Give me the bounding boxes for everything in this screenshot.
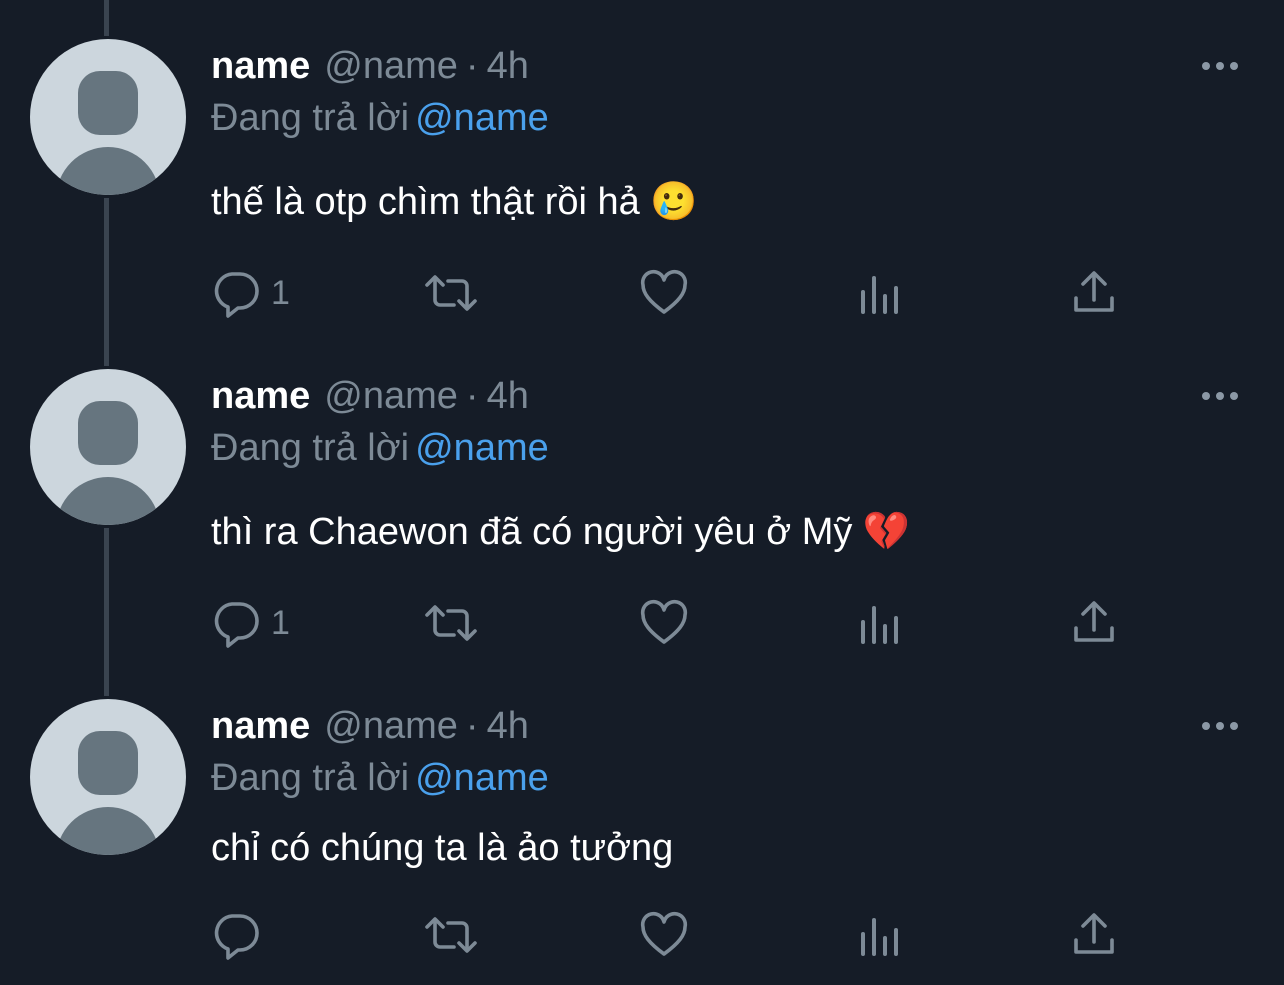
avatar-body-shape <box>56 807 160 855</box>
like-button[interactable] <box>639 268 689 318</box>
heart-icon <box>640 599 688 644</box>
replying-to: Đang trả lời @name <box>211 754 549 802</box>
reply-mention-link[interactable]: @name <box>415 757 549 799</box>
tweet[interactable]: name @name · 4h Đang trả lời @name chỉ có ch… <box>0 660 1284 985</box>
avatar-body-shape <box>56 147 160 195</box>
user-handle[interactable]: @name <box>324 45 458 87</box>
tweet[interactable]: name @name · 4h Đang trả lời @name thế là ot… <box>0 0 1284 330</box>
analytics-icon <box>861 276 898 314</box>
retweet-button[interactable] <box>423 268 479 318</box>
analytics-icon <box>861 606 898 644</box>
avatar[interactable] <box>30 39 186 195</box>
more-icon <box>1202 392 1238 400</box>
reply-button[interactable]: 1 <box>211 598 290 648</box>
share-icon <box>1074 601 1114 642</box>
heart-icon <box>640 911 688 956</box>
user-handle[interactable]: @name <box>324 375 458 417</box>
retweet-icon <box>425 605 477 641</box>
tweet-header: name @name · 4h <box>211 372 529 420</box>
avatar-head-shape <box>78 731 138 795</box>
heart-icon <box>640 269 688 314</box>
analytics-button[interactable] <box>857 910 903 960</box>
share-icon <box>1074 271 1114 312</box>
tweet-thread: name @name · 4h Đang trả lời @name thế là ot… <box>0 0 1284 985</box>
more-options-button[interactable] <box>1200 716 1240 736</box>
more-icon <box>1202 62 1238 70</box>
share-button[interactable] <box>1071 910 1117 960</box>
analytics-button[interactable] <box>857 598 903 648</box>
retweet-icon <box>425 917 477 953</box>
replying-to: Đang trả lời @name <box>211 424 549 472</box>
like-button[interactable] <box>639 910 689 960</box>
tweet-text: chỉ có chúng ta là ảo tưởng <box>211 827 674 869</box>
reply-icon <box>214 914 259 960</box>
tweet[interactable]: name @name · 4h Đang trả lời @name thì ra Ch… <box>0 330 1284 660</box>
reply-count: 1 <box>271 273 290 312</box>
retweet-button[interactable] <box>423 598 479 648</box>
separator-dot: · <box>465 705 479 747</box>
tweet-actions: 1 <box>211 598 1131 648</box>
share-button[interactable] <box>1071 598 1117 648</box>
avatar-body-shape <box>56 477 160 525</box>
replying-to: Đang trả lời @name <box>211 94 549 142</box>
avatar-head-shape <box>78 401 138 465</box>
user-handle[interactable]: @name <box>324 705 458 747</box>
separator-dot: · <box>465 45 479 87</box>
reply-mention-link[interactable]: @name <box>415 427 549 469</box>
reply-icon <box>214 272 259 318</box>
more-icon <box>1202 722 1238 730</box>
retweet-icon <box>425 275 477 311</box>
timestamp[interactable]: 4h <box>487 45 529 87</box>
avatar-head-shape <box>78 71 138 135</box>
tweet-header: name @name · 4h <box>211 42 529 90</box>
display-name[interactable]: name <box>211 375 310 417</box>
reply-icon <box>214 602 259 648</box>
avatar[interactable] <box>30 699 186 855</box>
more-options-button[interactable] <box>1200 56 1240 76</box>
display-name[interactable]: name <box>211 45 310 87</box>
replying-to-label: Đang trả lời <box>211 97 410 139</box>
share-icon <box>1074 913 1114 954</box>
retweet-button[interactable] <box>423 910 479 960</box>
replying-to-label: Đang trả lời <box>211 427 410 469</box>
tweet-header: name @name · 4h <box>211 702 529 750</box>
reply-mention-link[interactable]: @name <box>415 97 549 139</box>
tweet-text: thì ra Chaewon đã có người yêu ở Mỹ 💔 <box>211 511 911 553</box>
more-options-button[interactable] <box>1200 386 1240 406</box>
reply-count: 1 <box>271 603 290 642</box>
separator-dot: · <box>465 375 479 417</box>
tweet-text: thế là otp chìm thật rồi hả 🥲 <box>211 181 698 223</box>
share-button[interactable] <box>1071 268 1117 318</box>
like-button[interactable] <box>639 598 689 648</box>
replying-to-label: Đang trả lời <box>211 757 410 799</box>
tweet-actions: 1 <box>211 268 1131 318</box>
timestamp[interactable]: 4h <box>487 375 529 417</box>
reply-button[interactable] <box>211 910 271 960</box>
tweet-actions <box>211 910 1131 960</box>
analytics-icon <box>861 918 898 956</box>
timestamp[interactable]: 4h <box>487 705 529 747</box>
display-name[interactable]: name <box>211 705 310 747</box>
reply-button[interactable]: 1 <box>211 268 290 318</box>
analytics-button[interactable] <box>857 268 903 318</box>
avatar[interactable] <box>30 369 186 525</box>
